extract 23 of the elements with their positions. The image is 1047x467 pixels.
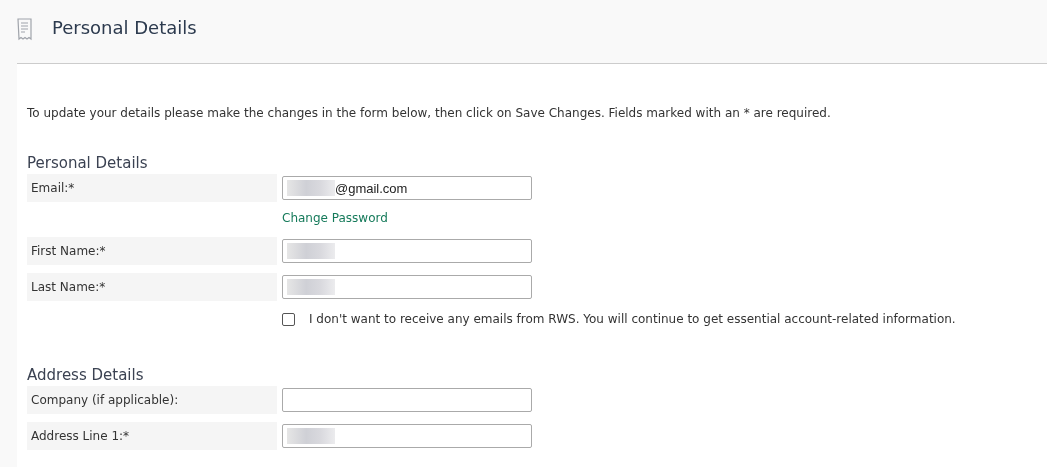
field-label: First Name:* (27, 237, 277, 265)
input-field[interactable] (282, 275, 532, 299)
redacted-value (287, 428, 335, 444)
redacted-value (287, 279, 335, 295)
instructions-text: To update your details please make the changes in the form below, then click on Save Changes. Fields marked with an * are required. (27, 105, 832, 121)
field-label: Company (if applicable): (27, 386, 277, 414)
field-value: @gmail.com (335, 180, 408, 196)
input-field[interactable] (282, 388, 532, 412)
change-password-link[interactable]: Change Password (282, 211, 388, 225)
receipt-icon (16, 16, 33, 41)
field-label: Last Name:* (27, 273, 277, 301)
checkbox[interactable] (282, 312, 295, 326)
field-label: Email:* (27, 174, 277, 202)
section-heading: Personal Details (27, 153, 149, 173)
section-heading: Address Details (27, 365, 145, 385)
field-label: Address Line 1:* (27, 422, 277, 450)
input-field[interactable] (282, 424, 532, 448)
redacted-value (287, 180, 335, 196)
input-field[interactable] (282, 239, 532, 263)
page-title: Personal Details (52, 17, 197, 38)
checkbox-label: I don't want to receive any emails from RWS. You will continue to get essential account-related information. (309, 312, 956, 326)
redacted-value (287, 243, 335, 259)
input-field[interactable]: @gmail.com (282, 176, 532, 200)
